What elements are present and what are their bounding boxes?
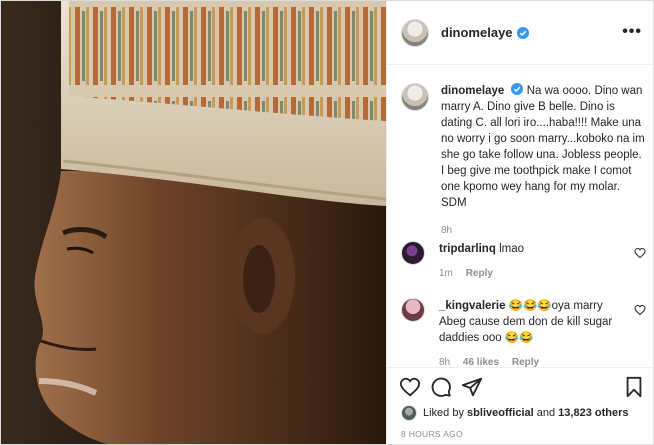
post-details-panel: dinomelaye ••• dinomelaye Na wa oooo. Di… bbox=[386, 1, 653, 444]
liker-avatar[interactable] bbox=[401, 405, 417, 421]
caption-text: Na wa oooo. Dino wan marry A. Dino give … bbox=[441, 85, 645, 209]
liked-by-and: and bbox=[536, 407, 556, 419]
liked-by-user[interactable]: sbliveofficial bbox=[467, 407, 534, 419]
author-avatar[interactable] bbox=[401, 18, 429, 47]
author-username[interactable]: dinomelaye bbox=[441, 25, 513, 40]
comment-item: tripdarlinq lmao 1m Reply bbox=[401, 241, 646, 282]
commenter-avatar[interactable] bbox=[401, 241, 425, 265]
post-caption: dinomelaye Na wa oooo. Dino wan marry A.… bbox=[401, 83, 646, 239]
comment-username[interactable]: tripdarlinq bbox=[439, 243, 496, 255]
verified-badge-icon bbox=[511, 83, 524, 95]
share-icon[interactable] bbox=[461, 376, 483, 398]
portrait-image bbox=[1, 1, 386, 444]
comment-username[interactable]: _kingvalerie bbox=[439, 300, 505, 312]
verified-badge-icon bbox=[516, 26, 529, 39]
liked-by-count[interactable]: 13,823 others bbox=[558, 407, 628, 419]
comment-item: _kingvalerie 😂😂😂oya marry Abeg cause dem… bbox=[401, 298, 646, 371]
heart-icon[interactable] bbox=[634, 247, 646, 259]
post-header: dinomelaye ••• bbox=[387, 1, 653, 65]
caption-avatar[interactable] bbox=[401, 83, 429, 111]
reply-button[interactable]: Reply bbox=[466, 268, 493, 279]
commenter-avatar[interactable] bbox=[401, 298, 425, 322]
more-icon[interactable]: ••• bbox=[622, 23, 642, 41]
post-actions-bar: Liked by sbliveofficial and 13,823 other… bbox=[387, 367, 653, 444]
comment-text: lmao bbox=[499, 243, 525, 255]
liked-by-prefix: Liked by bbox=[423, 407, 464, 419]
comment-timestamp: 1m bbox=[439, 268, 453, 279]
caption-username[interactable]: dinomelaye bbox=[441, 85, 504, 97]
post-age: 8 HOURS AGO bbox=[401, 429, 463, 439]
comment-icon[interactable] bbox=[430, 376, 452, 398]
liked-by-summary: Liked by sbliveofficial and 13,823 other… bbox=[401, 405, 629, 421]
caption-timestamp: 8h bbox=[441, 225, 453, 236]
bookmark-icon[interactable] bbox=[623, 376, 645, 398]
heart-icon[interactable] bbox=[399, 376, 421, 398]
post-photo[interactable] bbox=[1, 1, 386, 444]
instagram-post-frame: dinomelaye ••• dinomelaye Na wa oooo. Di… bbox=[0, 0, 654, 445]
heart-icon[interactable] bbox=[634, 304, 646, 316]
